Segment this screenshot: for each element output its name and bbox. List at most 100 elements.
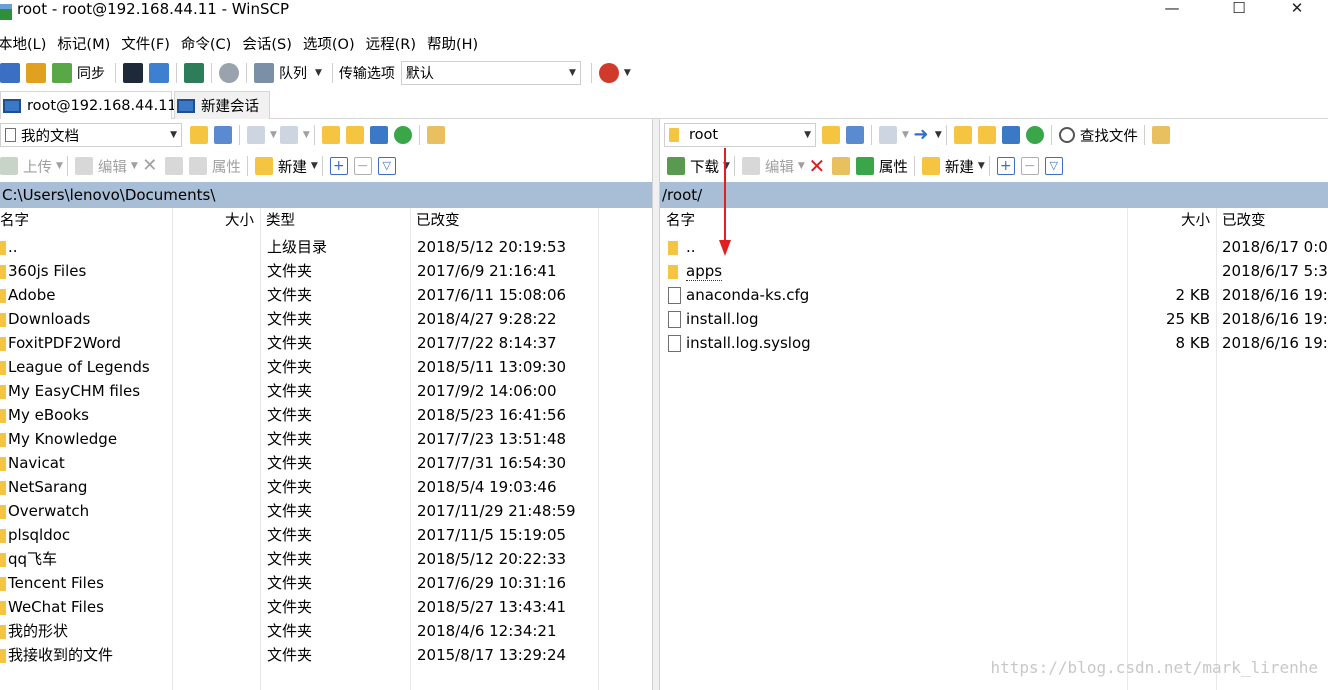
forward-arrow-icon[interactable]: ➜ [912,126,930,144]
preferences-window-icon[interactable] [184,63,204,83]
back-arrow-icon[interactable] [879,126,897,144]
maximize-button[interactable]: ☐ [1216,0,1262,18]
table-row[interactable]: Navicat 文件夹 2017/7/31 16:54:30 [0,451,652,475]
menu-file[interactable]: 文件(F) [121,33,175,54]
column-header-size[interactable]: 大小 [172,208,260,234]
filter-select-icon[interactable]: ▽ [1044,157,1063,175]
menu-options[interactable]: 选项(O) [303,33,360,54]
table-row[interactable]: apps 2018/6/17 5:3: [660,259,1328,283]
tree-view-icon[interactable] [426,126,445,144]
menu-help[interactable]: 帮助(H) [427,33,483,54]
console-icon[interactable] [123,63,143,83]
table-row[interactable]: Adobe 文件夹 2017/6/11 15:08:06 [0,283,652,307]
panel-splitter[interactable] [652,119,660,690]
chevron-down-icon[interactable]: ▼ [303,130,310,140]
parent-directory-icon[interactable] [321,126,340,144]
minimize-button[interactable]: — [1149,0,1195,18]
chevron-down-icon[interactable]: ▼ [624,68,631,78]
table-row[interactable]: install.log 25 KB 2018/6/16 19:1 [660,307,1328,331]
rename-icon[interactable] [164,157,183,175]
menu-commands[interactable]: 命令(C) [181,33,236,54]
gear-icon[interactable] [219,63,239,83]
compare-directories-icon[interactable] [0,63,20,83]
parent-directory-icon[interactable] [953,126,972,144]
root-directory-icon[interactable] [977,126,996,144]
delete-icon[interactable]: ✕ [141,157,159,175]
new-button[interactable]: 新建 [278,156,307,177]
queue-icon[interactable] [254,63,274,83]
tab-session-root[interactable]: root@192.168.44.11 [0,91,177,119]
search-icon[interactable] [1058,127,1075,143]
chevron-down-icon[interactable]: ▼ [56,161,63,171]
chevron-down-icon[interactable]: ▼ [978,161,985,171]
column-header-name[interactable]: 名字 [0,208,166,234]
rename-icon[interactable] [831,157,850,175]
home-icon[interactable] [1001,126,1020,144]
table-row[interactable]: My Knowledge 文件夹 2017/7/23 13:51:48 [0,427,652,451]
unselect-files-icon[interactable]: − [1020,157,1039,175]
sync-button[interactable]: 同步 [77,63,105,83]
table-row[interactable]: My eBooks 文件夹 2018/5/23 16:41:56 [0,403,652,427]
edit-icon[interactable] [741,157,760,175]
close-button[interactable]: ✕ [1274,0,1320,18]
table-row[interactable]: Downloads 文件夹 2018/4/27 9:28:22 [0,307,652,331]
column-header-size[interactable]: 大小 [1116,208,1216,234]
table-row[interactable]: qq飞车 文件夹 2018/5/12 20:22:33 [0,547,652,571]
remote-path-bar[interactable]: /root/ [660,182,1328,208]
refresh-icon[interactable] [393,126,412,144]
tab-new-session[interactable]: 新建会话 [174,91,270,119]
filter-icon[interactable] [214,126,232,144]
edit-button[interactable]: 编辑 [765,156,794,177]
sync-icon[interactable] [52,63,72,83]
root-directory-icon[interactable] [345,126,364,144]
chevron-down-icon[interactable]: ▼ [311,161,318,171]
open-folder-icon[interactable] [822,126,840,144]
new-folder-icon[interactable] [921,157,940,175]
menu-session[interactable]: 会话(S) [242,33,297,54]
chevron-down-icon[interactable]: ▼ [270,130,277,140]
chevron-down-icon[interactable]: ▼ [315,68,322,78]
table-row[interactable]: 我接收到的文件 文件夹 2015/8/17 13:29:24 [0,643,652,667]
table-row[interactable]: .. 上级目录 2018/5/12 20:19:53 [0,235,652,259]
table-row[interactable]: plsqldoc 文件夹 2017/11/5 15:19:05 [0,523,652,547]
forward-arrow-icon[interactable] [279,126,298,144]
upload-button[interactable]: 上传 [23,156,52,177]
edit-button[interactable]: 编辑 [98,156,127,177]
remote-location-select[interactable]: root ▼ [664,123,816,147]
find-files-button[interactable]: 查找文件 [1080,125,1138,146]
table-row[interactable]: anaconda-ks.cfg 2 KB 2018/6/16 19:1 [660,283,1328,307]
tree-view-icon[interactable] [1151,126,1170,144]
column-header-type[interactable]: 类型 [260,208,410,234]
chevron-down-icon[interactable]: ▼ [131,161,138,171]
properties-icon[interactable] [188,157,207,175]
synchronize-browsing-icon[interactable] [26,63,46,83]
chevron-down-icon[interactable]: ▼ [902,130,909,140]
column-header-modified[interactable]: 已改变 [410,208,598,234]
upload-icon[interactable] [0,157,18,175]
menu-remote[interactable]: 远程(R) [366,33,421,54]
table-row[interactable]: .. 2018/6/17 0:0( [660,235,1328,259]
select-files-icon[interactable]: + [996,157,1015,175]
menu-local[interactable]: 本地(L) [0,33,51,54]
filter-select-icon[interactable]: ▽ [377,157,396,175]
table-row[interactable]: Tencent Files 文件夹 2017/6/29 10:31:16 [0,571,652,595]
refresh-icon[interactable] [1025,126,1044,144]
open-folder-icon[interactable] [190,126,208,144]
back-arrow-icon[interactable] [247,126,265,144]
table-row[interactable]: 360js Files 文件夹 2017/6/9 21:16:41 [0,259,652,283]
putty-icon[interactable] [149,63,169,83]
table-row[interactable]: League of Legends 文件夹 2018/5/11 13:09:30 [0,355,652,379]
delete-icon[interactable]: ✕ [808,156,826,176]
chevron-down-icon[interactable]: ▼ [935,130,942,140]
local-location-select[interactable]: 我的文档 ▼ [0,123,182,147]
select-files-icon[interactable]: + [329,157,348,175]
properties-button[interactable]: 属性 [212,156,241,177]
download-icon[interactable] [667,157,685,175]
edit-icon[interactable] [74,157,93,175]
properties-button[interactable]: 属性 [879,156,908,177]
transfer-mode-globe-icon[interactable] [598,63,619,83]
unselect-files-icon[interactable]: − [353,157,372,175]
table-row[interactable]: install.log.syslog 8 KB 2018/6/16 19:1 [660,331,1328,355]
queue-button[interactable]: 队列 [279,63,307,83]
new-folder-icon[interactable] [254,157,273,175]
